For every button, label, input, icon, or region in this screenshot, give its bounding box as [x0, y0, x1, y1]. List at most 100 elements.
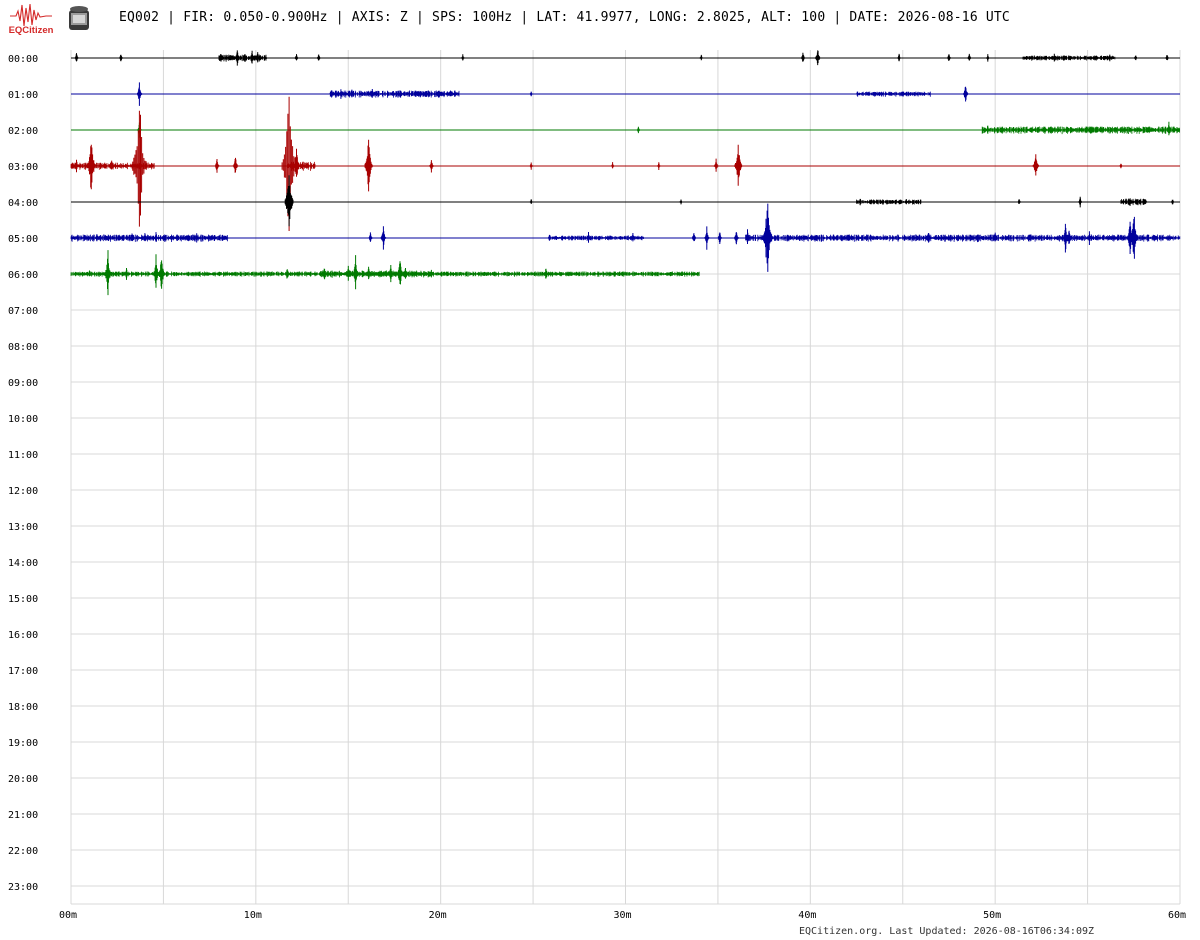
trace-0600: [70, 250, 700, 296]
y-tick-label: 10:00: [8, 414, 38, 425]
seismic-event: [1129, 216, 1138, 259]
x-tick-label: 10m: [244, 910, 262, 921]
seismic-event: [547, 234, 552, 241]
seismic-event: [904, 199, 909, 205]
y-tick-label: 22:00: [8, 846, 38, 857]
seismic-event: [1170, 199, 1175, 205]
y-tick-label: 03:00: [8, 162, 38, 173]
seismic-event: [1052, 53, 1057, 62]
y-tick-label: 23:00: [8, 882, 38, 893]
seismic-event: [610, 162, 615, 169]
helicorder-chart: 00:00 01:00 02:00 03:00 04:00 05:00 06:00 07:00…: [8, 50, 1186, 921]
seismic-event: [713, 158, 719, 172]
seismic-event: [429, 160, 434, 173]
seismic-event: [294, 54, 299, 61]
y-tick-label: 16:00: [8, 630, 38, 641]
y-tick-label: 07:00: [8, 306, 38, 317]
seismic-event: [1118, 163, 1124, 169]
seismic-event: [234, 50, 240, 66]
seismic-event: [368, 232, 373, 242]
seismic-event: [946, 54, 952, 61]
seismic-event: [74, 53, 79, 62]
seismic-event: [132, 110, 147, 227]
seismic-event: [321, 268, 327, 280]
seismic-event: [232, 157, 239, 173]
seismic-event: [962, 86, 969, 102]
seismic-event: [1164, 55, 1170, 61]
seismic-event: [316, 54, 321, 61]
seismic-event: [1077, 196, 1083, 208]
seismic-event: [543, 268, 549, 279]
seismic-event: [104, 250, 112, 296]
y-tick-label: 05:00: [8, 234, 38, 245]
seismic-event: [896, 53, 902, 62]
y-tick-label: 18:00: [8, 702, 38, 713]
seismic-event: [152, 254, 160, 288]
seismic-event: [345, 265, 351, 281]
seismic-event: [94, 234, 100, 242]
seismic-event: [800, 52, 806, 62]
x-tick-label: 50m: [983, 910, 1001, 921]
seismic-event: [1133, 55, 1138, 61]
seismic-event: [1166, 121, 1172, 136]
y-tick-label: 11:00: [8, 450, 38, 461]
seismic-event: [529, 162, 534, 170]
chart-y-labels: 00:00 01:00 02:00 03:00 04:00 05:00 06:00 07:00…: [8, 54, 38, 893]
seismic-event: [136, 82, 143, 106]
y-tick-label: 17:00: [8, 666, 38, 677]
seismic-event: [529, 199, 534, 204]
seismic-event: [394, 91, 399, 97]
y-tick-label: 15:00: [8, 594, 38, 605]
x-tick-label: 40m: [798, 910, 816, 921]
seismic-event: [249, 50, 255, 64]
seismic-event: [118, 54, 124, 62]
y-tick-label: 14:00: [8, 558, 38, 569]
seismic-event: [678, 199, 684, 205]
seismic-event: [87, 144, 96, 190]
y-tick-label: 20:00: [8, 774, 38, 785]
chart-grid: [70, 50, 1181, 905]
noise-band: [1022, 55, 1116, 61]
seismic-event: [858, 198, 863, 206]
seismic-event: [352, 255, 359, 290]
noise-band: [981, 126, 1180, 135]
chart-x-labels: 00m 10m 20m 30m 40m 50m 60m: [59, 910, 1186, 921]
seismic-event: [734, 144, 743, 186]
noise-band: [551, 235, 644, 241]
y-tick-label: 21:00: [8, 810, 38, 821]
seismic-event: [763, 203, 773, 272]
seismic-event: [656, 162, 661, 170]
seismic-event: [396, 261, 404, 285]
seismic-event: [338, 89, 344, 99]
x-tick-label: 30m: [613, 910, 631, 921]
noise-band: [1120, 198, 1147, 206]
noise-band: [856, 91, 931, 97]
seismic-event: [815, 50, 821, 66]
seismic-event: [388, 265, 394, 283]
seismic-event: [699, 54, 704, 61]
seismic-event: [745, 229, 750, 244]
seismic-event: [153, 232, 159, 242]
seismic-event: [129, 233, 135, 242]
seismic-event: [636, 126, 641, 134]
seismic-event: [74, 159, 79, 173]
seismic-event: [1017, 199, 1022, 204]
noise-band: [329, 90, 460, 98]
y-tick-label: 00:00: [8, 54, 38, 65]
footer-updated-text: EQCitizen.org. Last Updated: 2026-08-16T…: [799, 926, 1095, 937]
y-tick-label: 19:00: [8, 738, 38, 749]
seismic-event: [1066, 230, 1072, 244]
seismic-event: [967, 53, 972, 61]
seismic-event: [586, 232, 591, 243]
seismic-event: [460, 54, 466, 61]
y-tick-label: 08:00: [8, 342, 38, 353]
seismic-event: [1107, 54, 1112, 62]
y-tick-label: 06:00: [8, 270, 38, 281]
seismic-event: [733, 232, 739, 245]
x-tick-label: 00m: [59, 910, 77, 921]
seismic-event: [985, 54, 990, 62]
y-tick-label: 12:00: [8, 486, 38, 497]
y-tick-label: 13:00: [8, 522, 38, 533]
y-tick-label: 01:00: [8, 90, 38, 101]
seismic-event: [284, 269, 290, 279]
